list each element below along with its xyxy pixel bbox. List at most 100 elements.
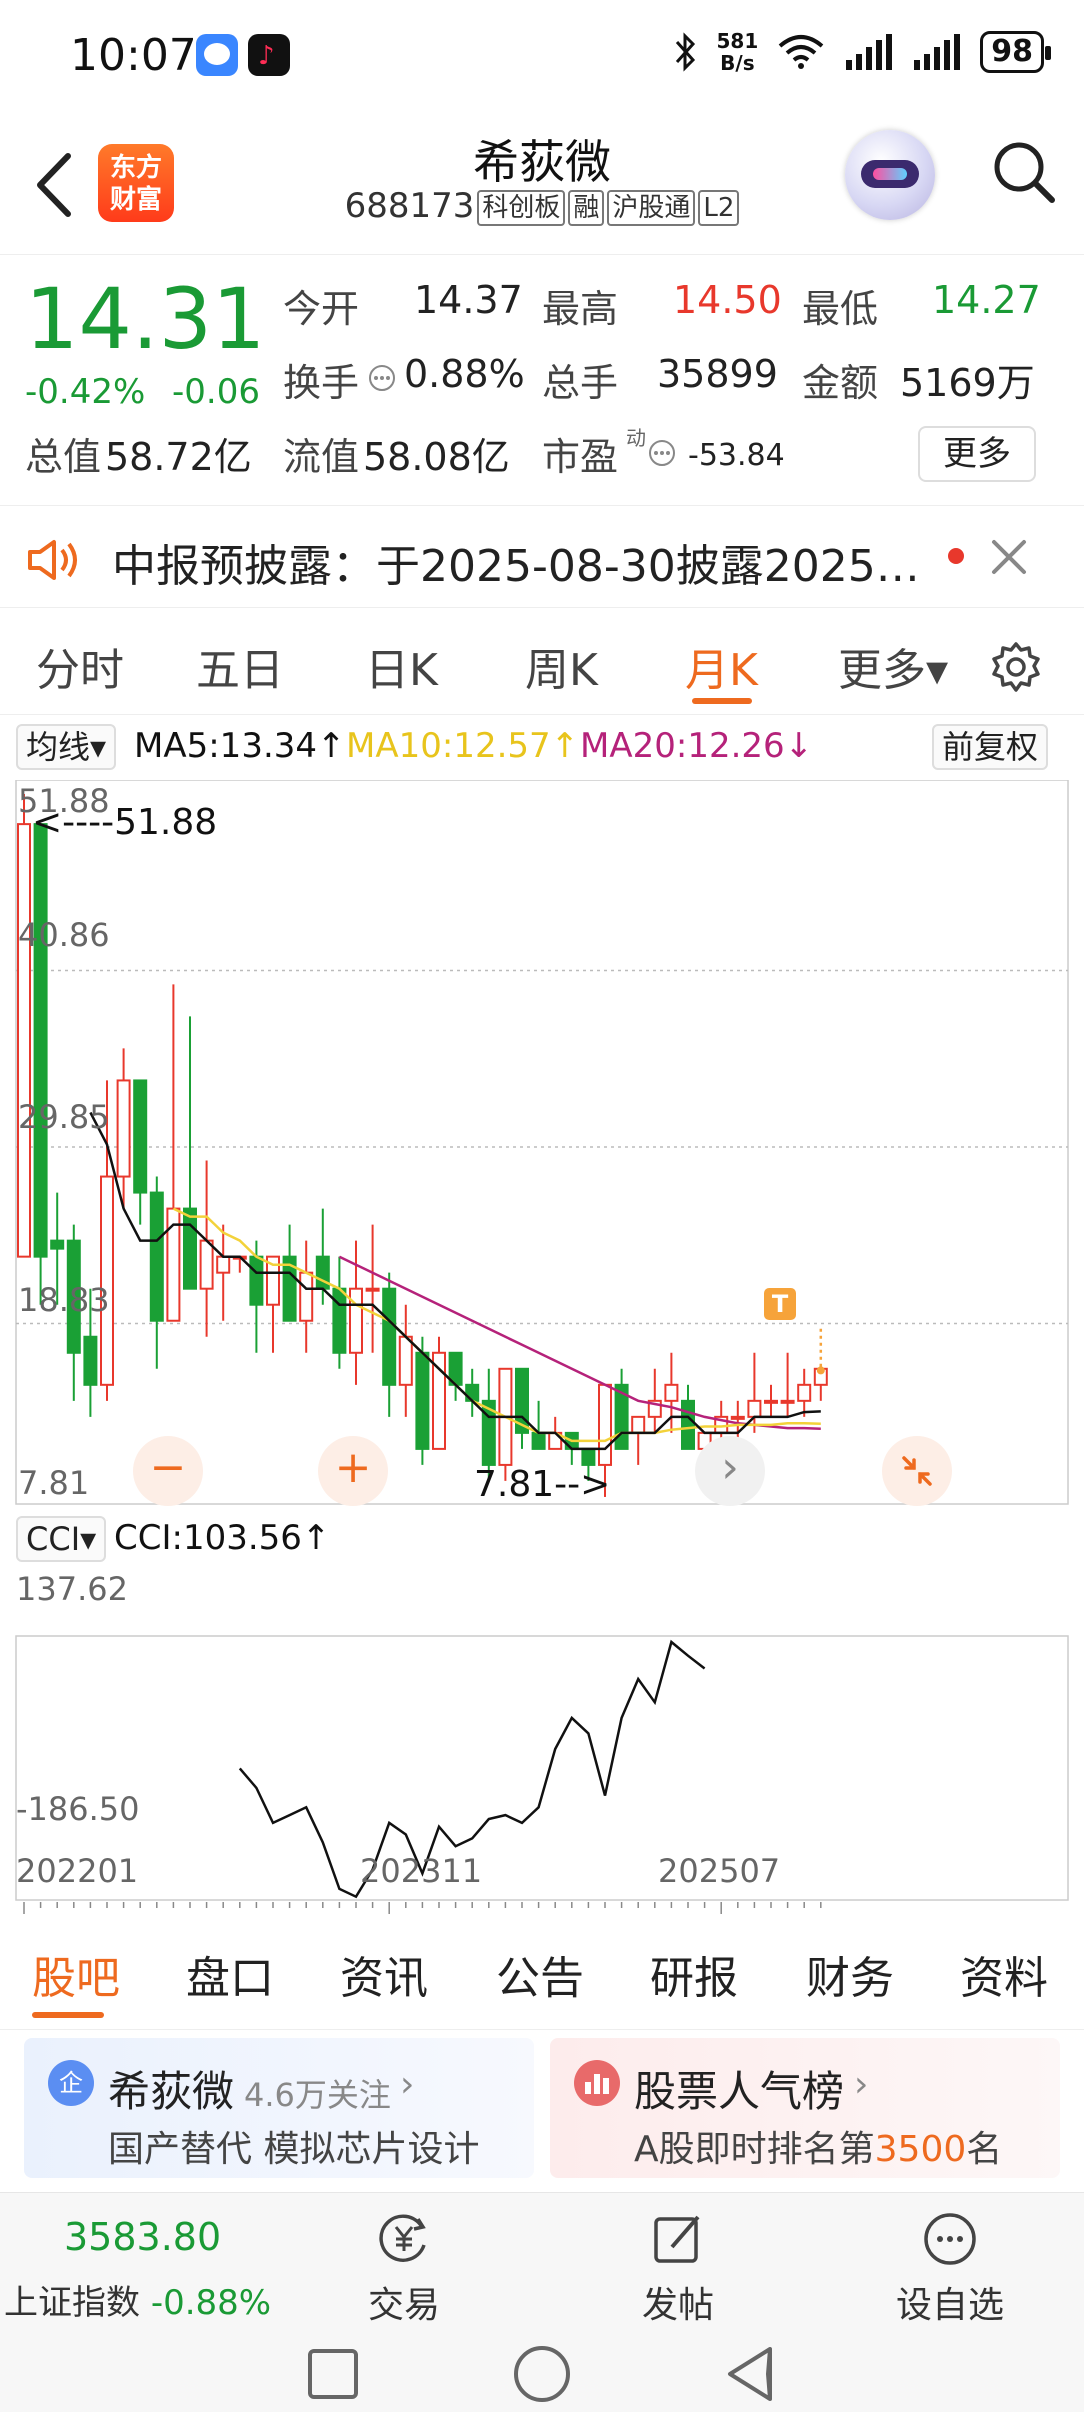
tag-star-market: 科创板 [477,189,566,226]
nav-recents-icon [308,2349,358,2399]
y-label-3: 29.85 [18,1098,110,1136]
info-icon[interactable] [368,364,396,392]
unread-dot [948,548,964,564]
search-icon[interactable] [990,138,1058,206]
tab-five-day[interactable]: 五日 [196,634,284,698]
candle-body [780,1399,795,1404]
tab-news[interactable]: 资讯 [340,1942,428,2006]
cci-bottom-label: -186.50 [16,1790,140,1828]
gear-icon[interactable] [988,640,1044,696]
clock: 10:07 [70,30,197,81]
add-watchlist-button[interactable]: 设自选 [888,2211,1012,2328]
tab-monthly-k[interactable]: 月K [685,634,758,698]
min-annotation: 7.81--> [474,1464,611,1505]
candle-body [531,1431,546,1450]
popularity-card[interactable]: 股票人气榜 › A股即时排名第3500名 [550,2038,1060,2178]
open-value: 14.37 [414,278,523,322]
tab-orderbook[interactable]: 盘口 [186,1942,274,2006]
float-cap-value: 58.08亿 [363,435,510,479]
signal-icon [846,34,893,70]
edit-icon [654,2215,700,2263]
market-cap-label: 总值 [25,435,102,479]
t-marker-icon[interactable]: T [764,1288,796,1320]
indicator-selector[interactable]: CCI▾ [16,1516,107,1562]
status-bar: 10:07 ♪ 581 B/s 98 [0,0,1084,110]
nav-home-icon [514,2346,570,2402]
pe-info-icon[interactable] [648,439,676,467]
follow-count: 4.6万关注 [244,2076,391,2114]
tab-forum[interactable]: 股吧 [32,1942,120,2006]
candle-body [581,1447,596,1466]
ma5-label: MA5:13.34↑ [134,726,346,766]
y-label-4: 18.83 [18,1281,110,1319]
pe-value: -53.84 [688,438,785,473]
company-card[interactable]: 企 希荻微 4.6万关注 › 国产替代 模拟芯片设计 [24,2038,534,2178]
candle-body [681,1399,695,1450]
adjust-selector[interactable]: 前复权 [932,724,1049,770]
period-tabs: 分时 五日 日K 周K 月K 更多▾ [0,610,1084,715]
market-cap-value: 58.72亿 [105,435,252,479]
volume-label: 总手 [542,361,619,405]
y-label-2: 40.86 [18,916,110,954]
ai-assistant-icon[interactable] [845,130,935,220]
tab-financials[interactable]: 财务 [806,1942,894,2006]
signal-icon-2 [914,34,961,70]
chat-app-icon [196,34,238,76]
low-value: 14.27 [932,278,1041,322]
popularity-rank: 3500 [874,2129,967,2170]
amount-value: 5169万 [900,361,1035,405]
popularity-card-title: 股票人气榜 [634,2067,845,2116]
t-marker-dot [816,1366,825,1375]
notice-banner[interactable]: 中报预披露：于2025-08-30披露2025年中报 [0,508,1084,608]
enterprise-badge-icon: 企 [48,2060,94,2106]
index-name[interactable]: 上证指数 -0.88% [4,2275,271,2324]
zoom-out-button[interactable]: − [133,1436,203,1506]
pe-sup: 动 [626,426,646,450]
cci-top-label: 137.62 [16,1570,128,1608]
tab-announcements[interactable]: 公告 [496,1942,584,2006]
close-icon[interactable] [990,538,1028,576]
trade-button[interactable]: 交易 [344,2211,464,2328]
zoom-in-button[interactable]: + [318,1436,388,1506]
tab-more[interactable]: 更多▾ [838,634,948,698]
kline-svg[interactable] [0,780,1084,1920]
x-label-start: 202201 [16,1852,139,1890]
collapse-icon[interactable] [882,1436,952,1506]
tab-daily-k[interactable]: 日K [365,634,438,698]
more-quote-button[interactable]: 更多 [918,426,1036,482]
candle-body [631,1415,646,1434]
candle-body [349,1287,363,1354]
post-button[interactable]: 发帖 [618,2211,738,2328]
more-circle-icon [924,2213,976,2265]
index-change: -0.88% [150,2283,272,2323]
chevron-right-icon-2: › [854,2064,869,2105]
tab-intraday[interactable]: 分时 [36,634,124,698]
ma10-line [172,1207,821,1443]
index-value[interactable]: 3583.80 [64,2215,221,2259]
candle-body [116,1079,131,1178]
notice-text: 中报预披露：于2025-08-30披露2025年中报 [112,541,932,592]
amount-label: 金额 [802,361,879,405]
tab-profile[interactable]: 资料 [960,1942,1048,2006]
ma-selector[interactable]: 均线▾ [16,724,117,770]
candle-body [33,823,48,1258]
tiktok-icon: ♪ [248,34,290,76]
tab-research[interactable]: 研报 [650,1942,738,2006]
ranking-icon [574,2060,620,2106]
candle-body [183,1207,197,1290]
stock-header: 东方 财富 希荻微 688173 科创板融沪股通 L2 [0,110,1084,255]
company-card-subtitle: 国产替代 模拟芯片设计 [108,2129,480,2170]
candle-body [133,1079,148,1194]
tab-weekly-k[interactable]: 周K [525,634,598,698]
next-button[interactable]: › [695,1436,765,1506]
candle-body [747,1399,762,1418]
candle-body [299,1271,314,1322]
active-tab-indicator [692,698,752,704]
company-card-title: 希荻微 [108,2067,235,2116]
battery-indicator: 98 [980,31,1051,73]
low-label: 最低 [802,287,879,331]
x-label-end: 202507 [658,1852,781,1890]
ma10-label: MA10:12.57↑ [346,726,580,766]
svg-text:♪: ♪ [258,41,275,71]
candle-body [249,1255,264,1306]
